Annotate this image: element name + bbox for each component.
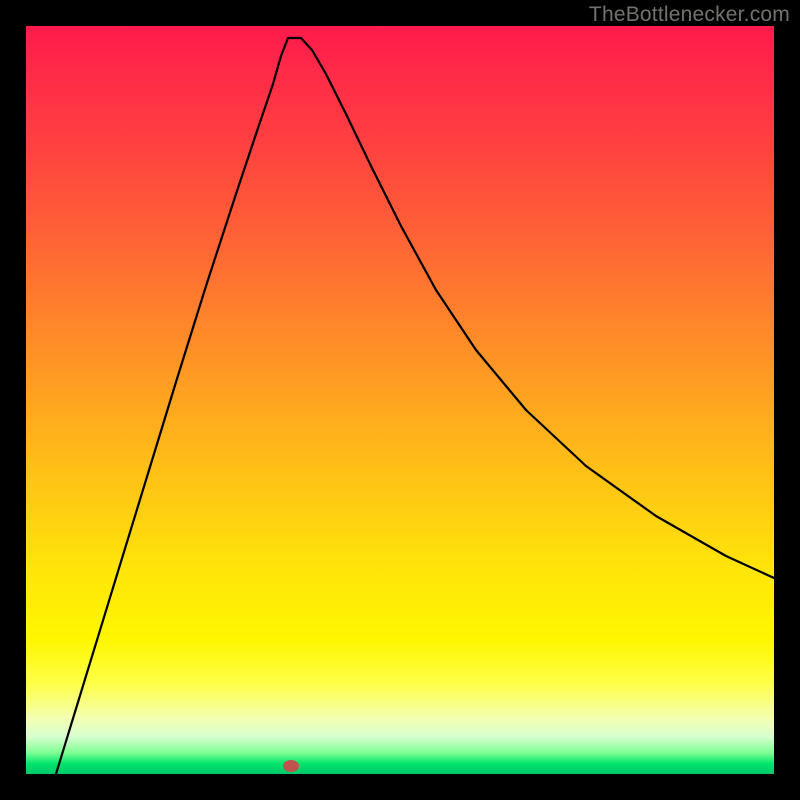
marker-dot	[283, 760, 299, 772]
plot-area	[26, 26, 774, 774]
attribution-label: TheBottlenecker.com	[589, 3, 790, 27]
chart-frame: TheBottlenecker.com	[0, 0, 800, 800]
curve-layer	[26, 26, 774, 774]
bottleneck-curve	[56, 38, 774, 774]
